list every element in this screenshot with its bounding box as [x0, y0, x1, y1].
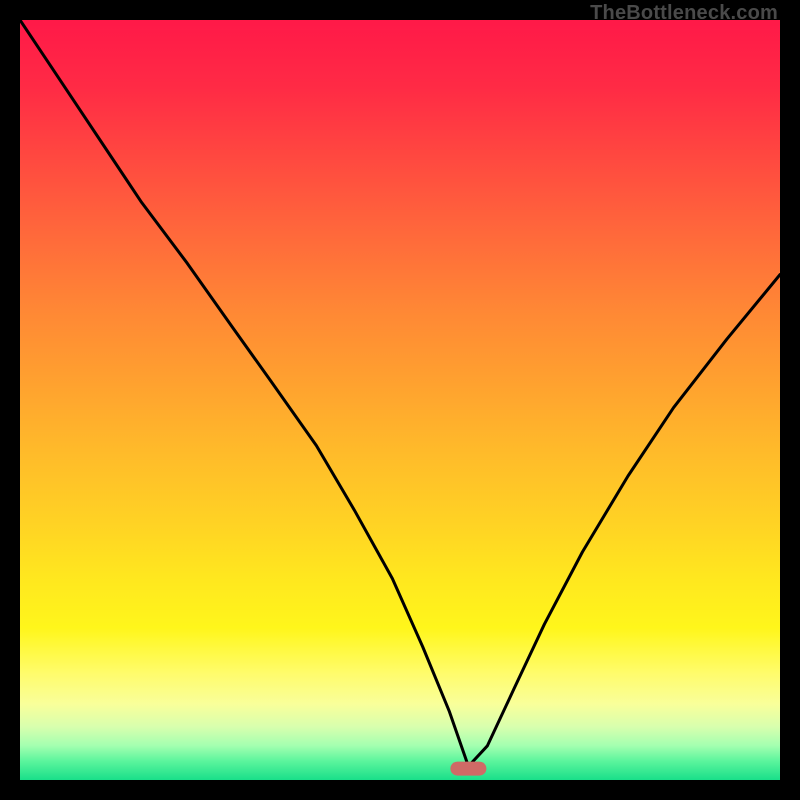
plot-area: [20, 20, 780, 780]
optimum-marker: [450, 762, 486, 776]
bottleneck-curve: [20, 20, 780, 766]
watermark-text: TheBottleneck.com: [590, 2, 778, 25]
curve-layer: [20, 20, 780, 780]
chart-frame: TheBottleneck.com: [0, 0, 800, 800]
